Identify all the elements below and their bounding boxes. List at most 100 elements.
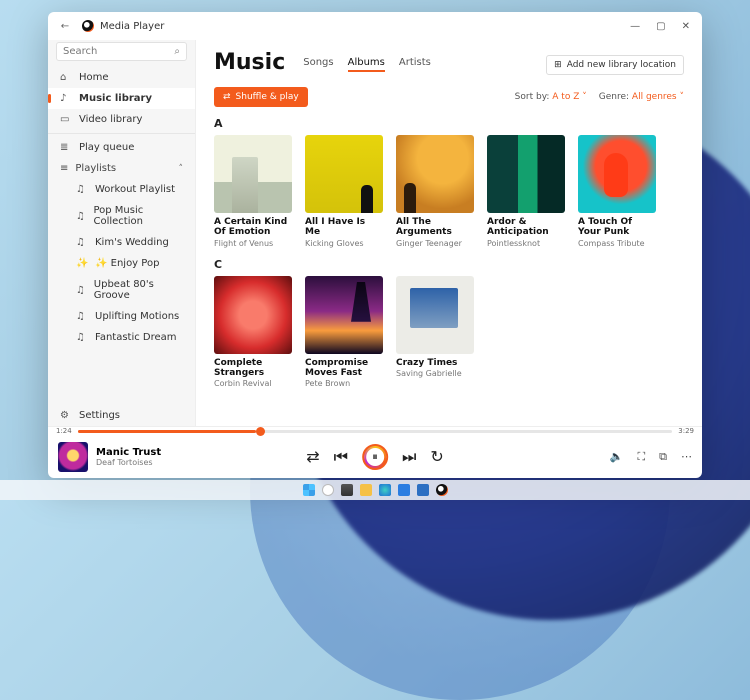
taskbar-edge-icon[interactable] <box>379 484 391 496</box>
playlist-item[interactable]: ♫Pop Music Collection <box>48 200 195 232</box>
album-card[interactable]: A Certain Kind Of EmotionFlight of Venus <box>214 135 292 248</box>
app-title: Media Player <box>100 21 164 32</box>
tab-artists[interactable]: Artists <box>399 57 431 72</box>
total-time: 3:29 <box>678 427 694 435</box>
music-note-icon: ♫ <box>76 211 86 222</box>
taskbar-explorer-icon[interactable] <box>360 484 372 496</box>
playlist-item[interactable]: ♫Kim's Wedding <box>48 232 195 253</box>
album-cover <box>214 276 292 354</box>
page-title: Music <box>214 50 285 75</box>
video-icon: ▭ <box>60 114 72 125</box>
close-button[interactable]: ✕ <box>682 21 690 32</box>
volume-button[interactable]: 🔈 <box>610 450 624 464</box>
album-cover <box>487 135 565 213</box>
album-cover <box>305 276 383 354</box>
search-placeholder: Search <box>63 46 174 57</box>
seek-slider[interactable] <box>78 430 673 433</box>
fullscreen-button[interactable]: ⛶ <box>637 450 645 464</box>
next-button[interactable]: ⏭ <box>402 447 416 467</box>
section-letter-c: C <box>214 258 684 271</box>
album-card[interactable]: All The ArgumentsGinger Teenager <box>396 135 474 248</box>
nav-music-library[interactable]: ♪Music library <box>48 88 195 109</box>
album-artist: Pointlessknot <box>487 239 565 248</box>
taskbar-search-icon[interactable] <box>322 484 334 496</box>
now-playing-title: Manic Trust <box>96 447 161 458</box>
nav-play-queue[interactable]: ≣Play queue <box>48 137 195 158</box>
album-artist: Flight of Venus <box>214 239 292 248</box>
nav-video-library[interactable]: ▭Video library <box>48 109 195 130</box>
sparkle-icon: ✨ <box>76 258 88 269</box>
add-library-location-button[interactable]: ⊞Add new library location <box>546 55 684 75</box>
chevron-up-icon: ˄ <box>179 164 184 174</box>
tab-songs[interactable]: Songs <box>303 57 333 72</box>
album-title: A Touch Of Your Punk <box>578 217 656 238</box>
taskbar-mail-icon[interactable] <box>417 484 429 496</box>
home-icon: ⌂ <box>60 72 72 83</box>
app-window: ← Media Player — ▢ ✕ Search ⌕ ⌂Home ♪Mus… <box>48 12 702 478</box>
maximize-button[interactable]: ▢ <box>656 21 665 32</box>
playlist-item[interactable]: ♫Fantastic Dream <box>48 327 195 348</box>
now-playing-artist: Deaf Tortoises <box>96 458 161 467</box>
sidebar: Search ⌕ ⌂Home ♪Music library ▭Video lib… <box>48 40 196 426</box>
album-card[interactable]: Compromise Moves FastPete Brown <box>305 276 383 389</box>
album-artist: Kicking Gloves <box>305 239 383 248</box>
app-icon <box>82 20 94 32</box>
album-cover <box>305 135 383 213</box>
album-artist: Saving Gabrielle <box>396 369 474 378</box>
play-pause-button[interactable]: ⏸ <box>362 444 388 470</box>
shuffle-play-button[interactable]: ⇄Shuffle & play <box>214 87 308 107</box>
playlist-item[interactable]: ♫Upbeat 80's Groove <box>48 274 195 306</box>
miniplayer-button[interactable]: ⧉ <box>659 450 667 464</box>
music-note-icon: ♫ <box>76 311 88 322</box>
previous-button[interactable]: ⏮ <box>334 447 348 467</box>
playlist-icon: ≡ <box>60 163 68 174</box>
minimize-button[interactable]: — <box>630 21 640 32</box>
nav-playlists-header[interactable]: ≡Playlists˄ <box>48 158 195 179</box>
album-card[interactable]: Complete StrangersCorbin Revival <box>214 276 292 389</box>
taskbar[interactable] <box>0 480 750 500</box>
queue-icon: ≣ <box>60 142 72 153</box>
music-note-icon: ♫ <box>76 285 87 296</box>
search-input[interactable]: Search ⌕ <box>56 42 187 61</box>
taskbar-taskview-icon[interactable] <box>341 484 353 496</box>
album-card[interactable]: A Touch Of Your PunkCompass Tribute <box>578 135 656 248</box>
album-cover <box>396 276 474 354</box>
album-artist: Ginger Teenager <box>396 239 474 248</box>
music-note-icon: ♫ <box>76 184 88 195</box>
album-artist: Corbin Revival <box>214 379 292 388</box>
album-title: Complete Strangers <box>214 358 292 379</box>
now-playing-cover[interactable] <box>58 442 88 472</box>
taskbar-media-icon[interactable] <box>436 484 448 496</box>
tab-albums[interactable]: Albums <box>348 57 385 72</box>
album-title: Crazy Times <box>396 358 474 368</box>
album-card[interactable]: Crazy TimesSaving Gabrielle <box>396 276 474 389</box>
search-icon: ⌕ <box>174 46 180 57</box>
music-note-icon: ♫ <box>76 332 88 343</box>
playlist-item[interactable]: ✨✨ Enjoy Pop <box>48 253 195 274</box>
playlist-item[interactable]: ♫Workout Playlist <box>48 179 195 200</box>
elapsed-time: 1:24 <box>56 427 72 435</box>
repeat-toggle[interactable]: ↻ <box>430 447 443 466</box>
more-button[interactable]: ⋯ <box>681 450 692 464</box>
main-content: Music Songs Albums Artists ⊞Add new libr… <box>196 40 702 426</box>
album-card[interactable]: Ardor & AnticipationPointlessknot <box>487 135 565 248</box>
back-button[interactable]: ← <box>54 21 76 32</box>
album-card[interactable]: All I Have Is MeKicking Gloves <box>305 135 383 248</box>
titlebar: ← Media Player — ▢ ✕ <box>48 12 702 40</box>
now-playing-bar: 1:24 3:29 Manic Trust Deaf Tortoises ⇄ ⏮… <box>48 426 702 478</box>
album-artist: Compass Tribute <box>578 239 656 248</box>
genre-dropdown[interactable]: Genre: All genres ˅ <box>599 92 684 102</box>
nav-home[interactable]: ⌂Home <box>48 67 195 88</box>
album-title: A Certain Kind Of Emotion <box>214 217 292 238</box>
playlist-item[interactable]: ♫Uplifting Motions <box>48 306 195 327</box>
shuffle-toggle[interactable]: ⇄ <box>306 447 319 466</box>
album-artist: Pete Brown <box>305 379 383 388</box>
album-cover <box>214 135 292 213</box>
taskbar-store-icon[interactable] <box>398 484 410 496</box>
sort-by-dropdown[interactable]: Sort by: A to Z ˅ <box>515 92 587 102</box>
nav-settings[interactable]: ⚙Settings <box>48 405 195 426</box>
start-button[interactable] <box>303 484 315 496</box>
gear-icon: ⚙ <box>60 410 72 421</box>
album-title: Ardor & Anticipation <box>487 217 565 238</box>
music-note-icon: ♪ <box>60 93 72 104</box>
